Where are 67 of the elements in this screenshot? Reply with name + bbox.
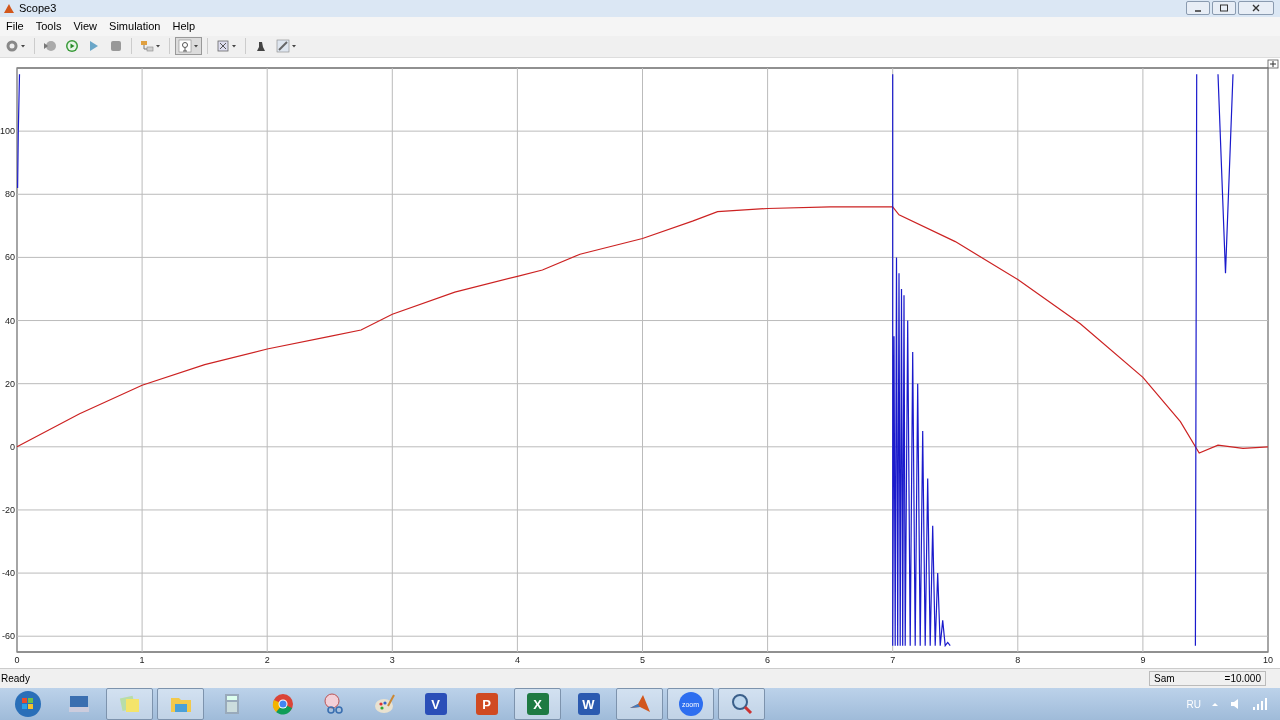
taskbar-button[interactable] bbox=[718, 688, 765, 720]
menu-item[interactable]: Tools bbox=[29, 20, 68, 33]
stop-icon bbox=[109, 39, 123, 54]
y-tick-label: 100 bbox=[0, 125, 15, 136]
fit-icon bbox=[216, 39, 230, 54]
x-tick-label: 8 bbox=[1015, 654, 1021, 665]
toolbar-button[interactable] bbox=[175, 37, 202, 56]
y-tick-label: -20 bbox=[2, 504, 15, 515]
step-back-icon bbox=[43, 39, 57, 54]
caret-icon bbox=[231, 43, 237, 50]
x-tick-label: 1 bbox=[139, 654, 145, 665]
taskbar-button[interactable]: V bbox=[412, 688, 459, 720]
signal-icon[interactable] bbox=[1252, 697, 1268, 711]
app-icon: W bbox=[577, 693, 600, 715]
y-tick-label: 40 bbox=[5, 315, 15, 326]
maximize-button[interactable] bbox=[1212, 1, 1236, 16]
app-icon: V bbox=[424, 693, 447, 715]
menu-item[interactable]: View bbox=[67, 20, 104, 33]
app-icon: X bbox=[526, 693, 549, 715]
taskbar-button[interactable] bbox=[616, 688, 663, 720]
taskbar-button[interactable]: X bbox=[514, 688, 561, 720]
y-tick-label: 80 bbox=[5, 188, 15, 199]
zoom-icon bbox=[178, 39, 192, 54]
scissors-icon bbox=[321, 692, 346, 716]
x-tick-label: 9 bbox=[1140, 654, 1146, 665]
caret-icon bbox=[155, 43, 161, 50]
x-tick-label: 7 bbox=[890, 654, 896, 665]
x-tick-label: 5 bbox=[640, 654, 645, 665]
minimize-button[interactable] bbox=[1186, 1, 1210, 16]
x-tick-label: 3 bbox=[389, 654, 395, 665]
blocks-icon bbox=[140, 39, 154, 54]
y-tick-label: -40 bbox=[2, 567, 15, 578]
peak-icon bbox=[3, 2, 15, 15]
gear-icon bbox=[5, 39, 19, 54]
maximize-icon bbox=[1219, 3, 1229, 14]
expand-icon[interactable] bbox=[1267, 59, 1279, 68]
sample-time-field: Sam =10.000 bbox=[1149, 670, 1266, 686]
x-tick-label: 4 bbox=[514, 654, 520, 665]
taskbar-button[interactable] bbox=[106, 688, 153, 720]
stamp-icon bbox=[254, 39, 268, 54]
status-text: Ready bbox=[1, 672, 30, 684]
y-tick-label: 0 bbox=[10, 441, 15, 452]
browser-icon bbox=[270, 692, 295, 716]
app-icon: P bbox=[475, 693, 498, 715]
x-tick-label: 2 bbox=[264, 654, 270, 665]
magnifier-icon bbox=[729, 692, 754, 716]
taskbar-button[interactable]: W bbox=[565, 688, 612, 720]
menu-item[interactable]: Simulation bbox=[103, 20, 167, 33]
start-icon bbox=[13, 690, 42, 718]
minimize-icon bbox=[1195, 10, 1201, 13]
x-tick-label: 6 bbox=[765, 654, 771, 665]
menu-item[interactable]: File bbox=[0, 20, 30, 33]
y-tick-label: 60 bbox=[5, 251, 15, 262]
y-tick-label: -60 bbox=[2, 630, 15, 641]
close-button[interactable] bbox=[1238, 1, 1274, 16]
window-title: Scope3 bbox=[19, 2, 57, 15]
palette-icon bbox=[372, 692, 397, 716]
x-tick-label: 0 bbox=[14, 654, 20, 665]
taskbar-button[interactable] bbox=[157, 688, 204, 720]
run-icon bbox=[65, 39, 79, 54]
menu-item[interactable]: Help bbox=[166, 20, 202, 33]
pencil-icon bbox=[276, 39, 290, 54]
caret-icon bbox=[20, 43, 26, 50]
close-icon bbox=[1251, 3, 1261, 14]
x-tick-label: 10 bbox=[1263, 654, 1273, 665]
y-tick-label: 20 bbox=[5, 378, 15, 389]
taskbar-button[interactable]: P bbox=[463, 688, 510, 720]
